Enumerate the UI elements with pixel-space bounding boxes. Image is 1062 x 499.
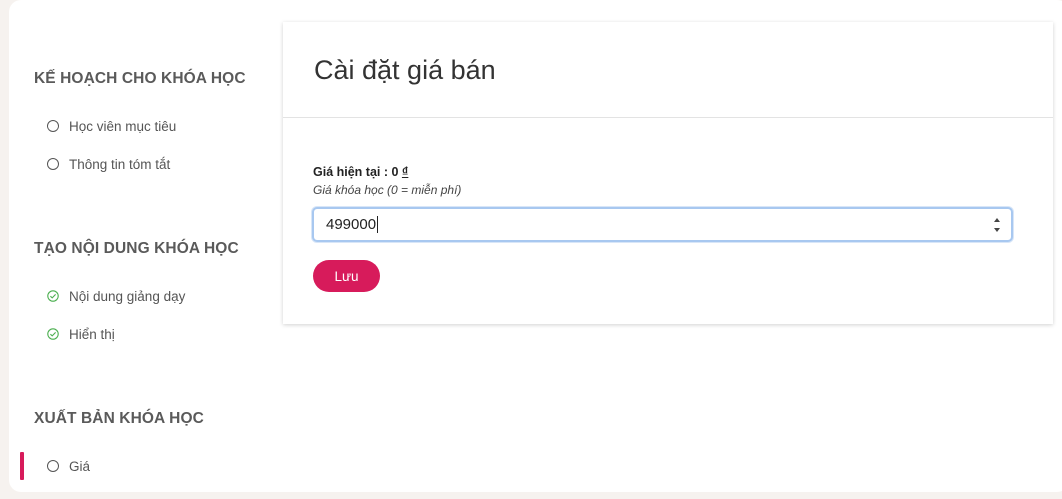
check-circle-icon — [47, 290, 59, 302]
check-circle-icon — [47, 328, 59, 340]
price-input-value: 499000 — [326, 216, 377, 233]
sidebar-item-display[interactable]: Hiển thị — [47, 323, 115, 345]
spinner-up-icon[interactable] — [994, 218, 1000, 222]
sidebar-item-label: Giá — [69, 458, 91, 474]
section-title-publish: XUẤT BẢN KHÓA HỌC — [34, 410, 204, 427]
price-hint: Giá khóa học (0 = miễn phí) — [313, 183, 462, 197]
section-title-content: TẠO NỘI DUNG KHÓA HỌC — [34, 240, 239, 257]
circle-icon — [47, 158, 59, 170]
sidebar-item-label: Học viên mục tiêu — [69, 118, 177, 134]
active-indicator — [20, 452, 24, 480]
price-input[interactable]: 499000 — [312, 207, 1013, 242]
circle-icon — [47, 460, 59, 472]
current-price-label: Giá hiện tại : 0 — [313, 165, 399, 179]
sidebar-item-label: Hiển thị — [69, 326, 115, 342]
sidebar-item-curriculum[interactable]: Nội dung giảng dạy — [47, 285, 185, 307]
sidebar-item-target-learners[interactable]: Học viên mục tiêu — [47, 115, 176, 137]
spinner-arrows-icon[interactable] — [993, 218, 1001, 232]
current-price: Giá hiện tại : 0 ₫ — [313, 165, 408, 179]
card-header: Cài đặt giá bán — [283, 22, 1053, 118]
section-title-plan: KẾ HOẠCH CHO KHÓA HỌC — [34, 70, 246, 87]
save-button[interactable]: Lưu — [313, 260, 380, 292]
sidebar: KẾ HOẠCH CHO KHÓA HỌC Học viên mục tiêu … — [9, 0, 279, 492]
currency-symbol: ₫ — [401, 165, 409, 179]
text-caret — [377, 216, 379, 233]
sidebar-item-summary[interactable]: Thông tin tóm tắt — [47, 153, 170, 175]
sidebar-item-price[interactable]: Giá — [47, 455, 90, 477]
spinner-down-icon[interactable] — [994, 228, 1000, 232]
sidebar-item-label: Nội dung giảng dạy — [69, 288, 186, 304]
page-title: Cài đặt giá bán — [314, 55, 496, 85]
circle-icon — [47, 120, 59, 132]
app-frame: KẾ HOẠCH CHO KHÓA HỌC Học viên mục tiêu … — [9, 0, 1062, 492]
sidebar-item-label: Thông tin tóm tắt — [69, 156, 171, 172]
price-settings-card: Cài đặt giá bán Giá hiện tại : 0 ₫ Giá k… — [283, 22, 1053, 324]
